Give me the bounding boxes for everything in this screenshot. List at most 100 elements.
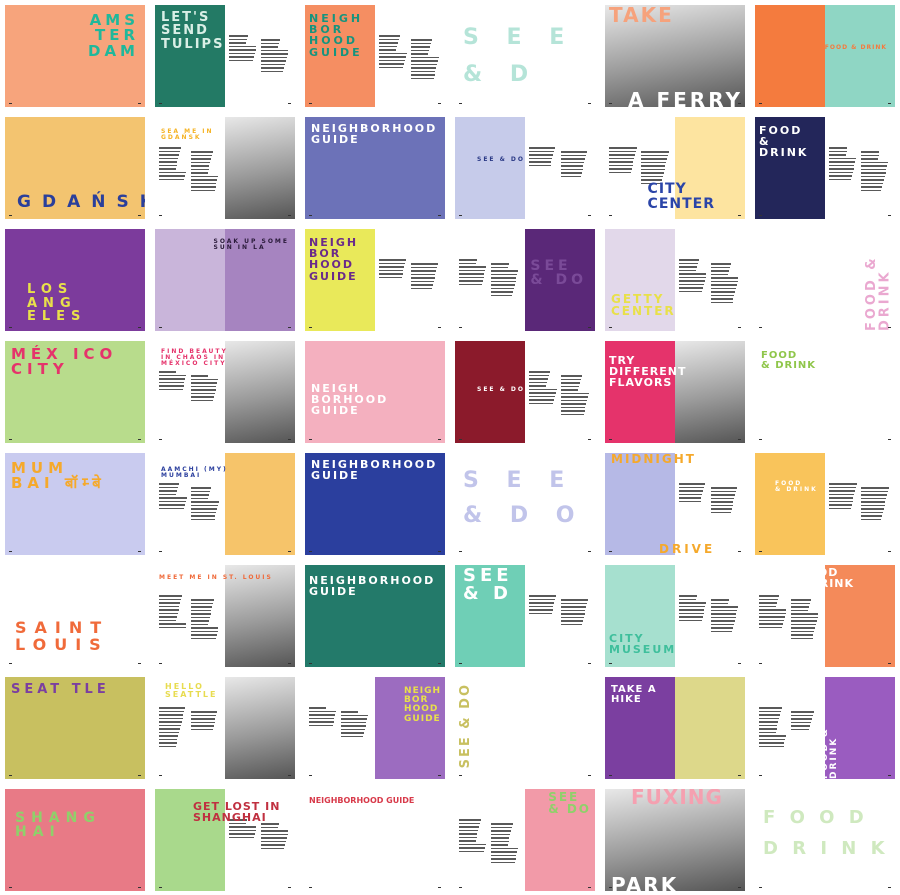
page-number xyxy=(9,551,12,552)
magazine-spread[interactable]: NEIGH BORHOOD GUIDE xyxy=(305,341,445,443)
magazine-spread[interactable]: MUM BAI बॉम्बे xyxy=(5,453,145,555)
magazine-spread[interactable]: FOOD & DRINK xyxy=(755,229,895,331)
magazine-spread[interactable]: SEE & DO xyxy=(455,229,595,331)
spread-title: MEET ME IN ST. LOUIS xyxy=(159,574,273,581)
magazine-spread[interactable]: SAINT LOUIS xyxy=(5,565,145,667)
spread-title: NEIGH BOR HOOD GUIDE xyxy=(309,236,359,283)
page-number xyxy=(288,551,291,552)
magazine-spread[interactable]: GETTY CENTER xyxy=(605,229,745,331)
page-number xyxy=(588,663,591,664)
magazine-spread[interactable]: FIND BEAUTY IN CHAOS IN MÉXICO CITY xyxy=(155,341,295,443)
body-text xyxy=(679,259,707,294)
body-text xyxy=(191,599,219,641)
magazine-spread[interactable]: NEIGHBORHOOD GUIDE xyxy=(305,453,445,555)
spread-title: SEE & DO xyxy=(458,683,473,769)
page-number xyxy=(459,663,462,664)
page-number xyxy=(159,551,162,552)
page-number xyxy=(738,439,741,440)
page-number xyxy=(288,663,291,664)
body-text xyxy=(491,263,519,298)
spread-title: NEIGH BOR HOOD GUIDE xyxy=(309,12,364,59)
page-number xyxy=(438,327,441,328)
page-number xyxy=(888,103,891,104)
magazine-spread[interactable]: SEE & D xyxy=(455,565,595,667)
magazine-spread[interactable]: SEE & DO xyxy=(455,341,595,443)
page-number xyxy=(459,215,462,216)
magazine-spread[interactable]: NEIGH BOR HOOD GUIDE xyxy=(305,677,445,779)
spread-title: LOS ANG ELES xyxy=(27,282,87,324)
magazine-spread[interactable]: SEA ME IN GDAŃSK xyxy=(155,117,295,219)
magazine-spread[interactable]: FOOD & DRINK xyxy=(755,341,895,443)
magazine-spread[interactable]: MEET ME IN ST. LOUIS xyxy=(155,565,295,667)
magazine-spread[interactable]: NEIGHBORHOOD GUIDE xyxy=(305,789,445,891)
body-text xyxy=(529,371,557,406)
page-number xyxy=(888,887,891,888)
magazine-spread[interactable]: GDAŃSK xyxy=(5,117,145,219)
magazine-spread[interactable]: NEIGHBORHOOD GUIDE xyxy=(305,117,445,219)
page-number xyxy=(438,103,441,104)
magazine-spread[interactable]: NEIGH BOR HOOD GUIDE xyxy=(305,229,445,331)
magazine-spread[interactable]: TAKE A FERRY xyxy=(605,5,745,107)
page-number xyxy=(9,439,12,440)
spread-title: TAKE xyxy=(609,5,674,27)
magazine-spread[interactable]: HELLO SEATTLE xyxy=(155,677,295,779)
magazine-spread[interactable]: CITY CENTER xyxy=(605,117,745,219)
body-text xyxy=(341,711,369,739)
page-number xyxy=(138,103,141,104)
spread-title: AMS TER DAM xyxy=(88,11,139,60)
page-number xyxy=(609,887,612,888)
page-number xyxy=(738,327,741,328)
body-text xyxy=(561,599,589,627)
magazine-spread[interactable]: TRY DIFFERENT FLAVORS xyxy=(605,341,745,443)
magazine-spread[interactable]: FOOD & DRINK xyxy=(755,5,895,107)
spread-title: GETTY CENTER xyxy=(611,291,676,318)
magazine-spread[interactable]: S E E & D xyxy=(455,5,595,107)
magazine-spread[interactable]: CITY MUSEUM xyxy=(605,565,745,667)
spread-title: MIDNIGHT xyxy=(611,453,696,466)
magazine-spread[interactable]: MÉX ICO CITY xyxy=(5,341,145,443)
magazine-spread[interactable]: FUXING PARK xyxy=(605,789,745,891)
page-number xyxy=(438,887,441,888)
magazine-spread[interactable]: AMS TER DAM xyxy=(5,5,145,107)
body-text xyxy=(829,147,857,182)
magazine-spread[interactable]: MIDNIGHT DRIVE xyxy=(605,453,745,555)
page-number xyxy=(609,663,612,664)
magazine-spread[interactable]: FOOD & DRINK xyxy=(755,117,895,219)
spread-title: TRY DIFFERENT FLAVORS xyxy=(609,354,687,390)
magazine-spread[interactable]: GET LOST IN SHANGHAI xyxy=(155,789,295,891)
page-number xyxy=(888,439,891,440)
magazine-spread[interactable]: AAMCHI (MY) MUMBAI xyxy=(155,453,295,555)
page-number xyxy=(609,775,612,776)
page-number xyxy=(759,215,762,216)
page-number xyxy=(888,663,891,664)
body-text xyxy=(861,151,889,193)
magazine-spread[interactable]: SEE & DO xyxy=(455,789,595,891)
magazine-spread[interactable]: NEIGHBORHOOD GUIDE xyxy=(305,565,445,667)
magazine-spread[interactable]: S E E & D O xyxy=(455,453,595,555)
page-number xyxy=(159,775,162,776)
magazine-spread[interactable]: SEE & DO xyxy=(455,677,595,779)
magazine-spread[interactable]: LET'S SEND TULIPS xyxy=(155,5,295,107)
body-text xyxy=(829,483,857,511)
page-number xyxy=(288,215,291,216)
magazine-spread[interactable]: SHANG HAI xyxy=(5,789,145,891)
magazine-spread[interactable]: F O O D D R I N K xyxy=(755,789,895,891)
magazine-spread[interactable]: FOOD &DRINK xyxy=(755,565,895,667)
page-number xyxy=(759,887,762,888)
magazine-spread[interactable]: FOOD & DRINK xyxy=(755,453,895,555)
magazine-spread[interactable]: SEAT TLE xyxy=(5,677,145,779)
spread-subtitle: A FERRY xyxy=(628,87,743,107)
page-number xyxy=(138,215,141,216)
magazine-spread[interactable]: SOAK UP SOME SUN IN LA xyxy=(155,229,295,331)
magazine-spread[interactable]: FOOD & DRINK xyxy=(755,677,895,779)
page-number xyxy=(9,663,12,664)
page-number xyxy=(309,887,312,888)
magazine-spread[interactable]: NEIGH BOR HOOD GUIDE xyxy=(305,5,445,107)
magazine-spread[interactable]: TAKE A HIKE xyxy=(605,677,745,779)
spread-title: SEE & DO xyxy=(548,790,591,817)
magazine-spread[interactable]: LOS ANG ELES xyxy=(5,229,145,331)
page-number xyxy=(888,775,891,776)
page-number xyxy=(738,775,741,776)
page-number xyxy=(9,887,12,888)
magazine-spread[interactable]: SEE & DO xyxy=(455,117,595,219)
